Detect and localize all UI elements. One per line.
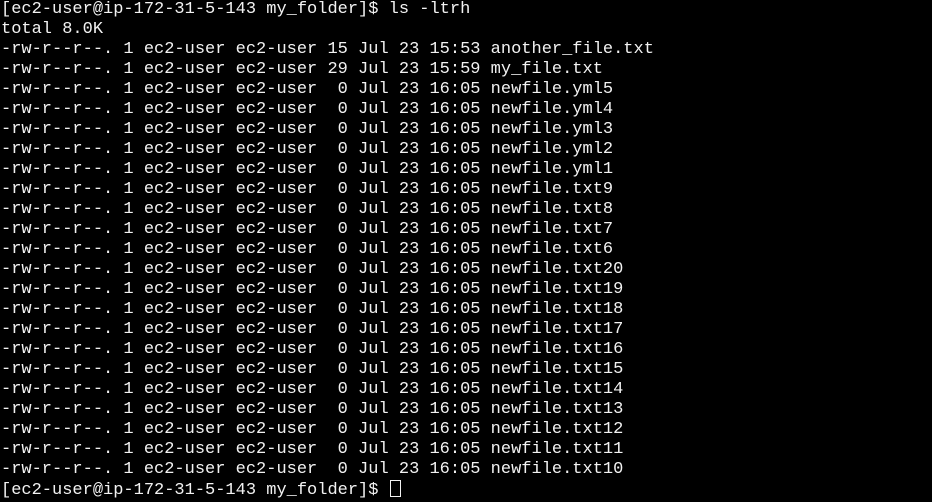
- listing-line: -rw-r--r--. 1 ec2-user ec2-user 0 Jul 23…: [1, 200, 614, 219]
- final-prompt: [ec2-user@ip-172-31-5-143 my_folder]$: [1, 481, 389, 500]
- listing-line: -rw-r--r--. 1 ec2-user ec2-user 0 Jul 23…: [1, 160, 614, 179]
- listing-line: -rw-r--r--. 1 ec2-user ec2-user 0 Jul 23…: [1, 260, 624, 279]
- listing-line: -rw-r--r--. 1 ec2-user ec2-user 0 Jul 23…: [1, 420, 624, 439]
- command: ls -ltrh: [388, 0, 471, 19]
- listing-line: -rw-r--r--. 1 ec2-user ec2-user 0 Jul 23…: [1, 280, 624, 299]
- listing-line: -rw-r--r--. 1 ec2-user ec2-user 0 Jul 23…: [1, 140, 614, 159]
- listing-line: -rw-r--r--. 1 ec2-user ec2-user 0 Jul 23…: [1, 340, 624, 359]
- listing-line: -rw-r--r--. 1 ec2-user ec2-user 0 Jul 23…: [1, 460, 624, 479]
- listing-line: -rw-r--r--. 1 ec2-user ec2-user 0 Jul 23…: [1, 380, 624, 399]
- command-line: [ec2-user@ip-172-31-5-143 my_folder]$ ls…: [0, 0, 932, 20]
- listing-line: -rw-r--r--. 1 ec2-user ec2-user 0 Jul 23…: [1, 180, 614, 199]
- listing-line: -rw-r--r--. 1 ec2-user ec2-user 0 Jul 23…: [1, 440, 624, 459]
- cursor: [389, 480, 401, 497]
- total-line: total 8.0K: [1, 20, 104, 39]
- terminal-window[interactable]: [ec2-user@ip-172-31-5-143 my_folder]$ ls…: [0, 0, 932, 502]
- prompt: [ec2-user@ip-172-31-5-143 my_folder]$: [1, 0, 389, 19]
- listing-line: -rw-r--r--. 1 ec2-user ec2-user 0 Jul 23…: [1, 400, 624, 419]
- listing-line: -rw-r--r--. 1 ec2-user ec2-user 0 Jul 23…: [1, 80, 614, 99]
- final-prompt-line[interactable]: [ec2-user@ip-172-31-5-143 my_folder]$: [0, 480, 932, 500]
- listing-line: -rw-r--r--. 1 ec2-user ec2-user 15 Jul 2…: [1, 40, 654, 59]
- listing-line: -rw-r--r--. 1 ec2-user ec2-user 0 Jul 23…: [1, 300, 624, 319]
- file-listing: -rw-r--r--. 1 ec2-user ec2-user 15 Jul 2…: [0, 40, 932, 480]
- listing-line: -rw-r--r--. 1 ec2-user ec2-user 29 Jul 2…: [1, 60, 603, 79]
- listing-line: -rw-r--r--. 1 ec2-user ec2-user 0 Jul 23…: [1, 120, 614, 139]
- listing-line: -rw-r--r--. 1 ec2-user ec2-user 0 Jul 23…: [1, 320, 624, 339]
- listing-line: -rw-r--r--. 1 ec2-user ec2-user 0 Jul 23…: [1, 220, 614, 239]
- listing-line: -rw-r--r--. 1 ec2-user ec2-user 0 Jul 23…: [1, 360, 624, 379]
- listing-line: -rw-r--r--. 1 ec2-user ec2-user 0 Jul 23…: [1, 240, 614, 259]
- listing-line: -rw-r--r--. 1 ec2-user ec2-user 0 Jul 23…: [1, 100, 614, 119]
